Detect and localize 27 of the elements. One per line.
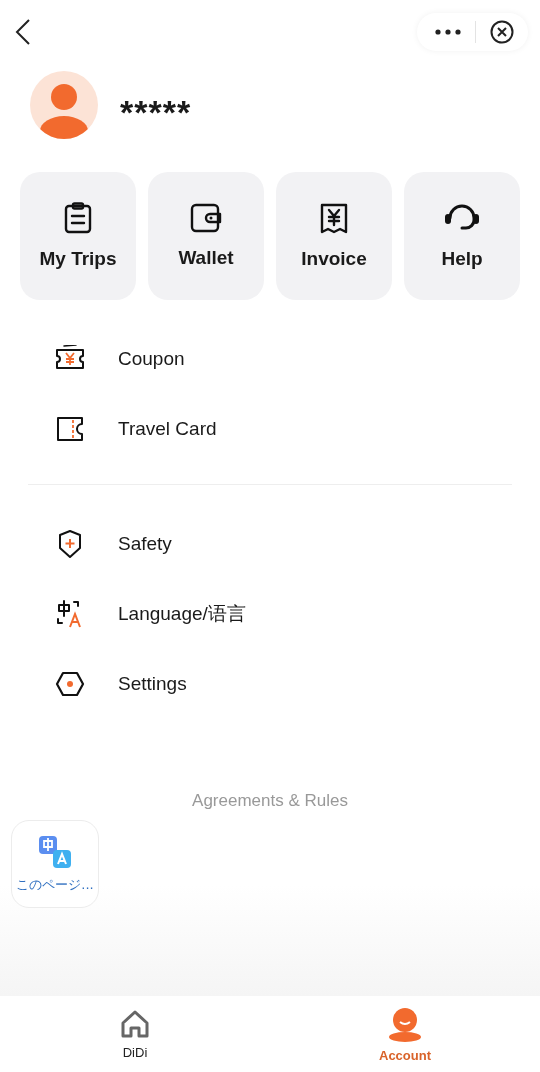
tab[interactable]: Account bbox=[270, 996, 540, 1072]
menu-item[interactable]: Coupon bbox=[0, 324, 540, 394]
home-icon bbox=[119, 1008, 151, 1039]
more-icon[interactable] bbox=[435, 29, 461, 35]
close-icon[interactable] bbox=[490, 20, 514, 44]
wallet-icon bbox=[190, 203, 222, 233]
clipboard-icon bbox=[63, 202, 93, 234]
shortcut-tile[interactable]: Invoice bbox=[276, 172, 392, 300]
shortcut-tile[interactable]: My Trips bbox=[20, 172, 136, 300]
shield-icon bbox=[57, 529, 83, 559]
translate-widget[interactable]: このページ... bbox=[11, 820, 99, 908]
translate-icon bbox=[56, 600, 84, 628]
menu-item[interactable]: Settings bbox=[0, 649, 540, 719]
back-button[interactable] bbox=[14, 18, 32, 46]
user-name: ***** bbox=[120, 92, 192, 132]
menu-item[interactable]: Language/语言 bbox=[0, 579, 540, 649]
menu-item[interactable]: Safety bbox=[0, 509, 540, 579]
account-icon bbox=[387, 1005, 423, 1042]
tab[interactable]: DiDi bbox=[0, 996, 270, 1072]
shortcut-tile[interactable]: Wallet bbox=[148, 172, 264, 300]
hexagon-icon bbox=[55, 671, 85, 697]
shortcut-tile[interactable]: Help bbox=[404, 172, 520, 300]
receipt-icon bbox=[319, 202, 349, 234]
translate-icon bbox=[37, 834, 73, 870]
menu-item[interactable]: Travel Card bbox=[0, 394, 540, 464]
avatar-icon bbox=[30, 71, 98, 139]
ticket-icon bbox=[56, 416, 84, 442]
